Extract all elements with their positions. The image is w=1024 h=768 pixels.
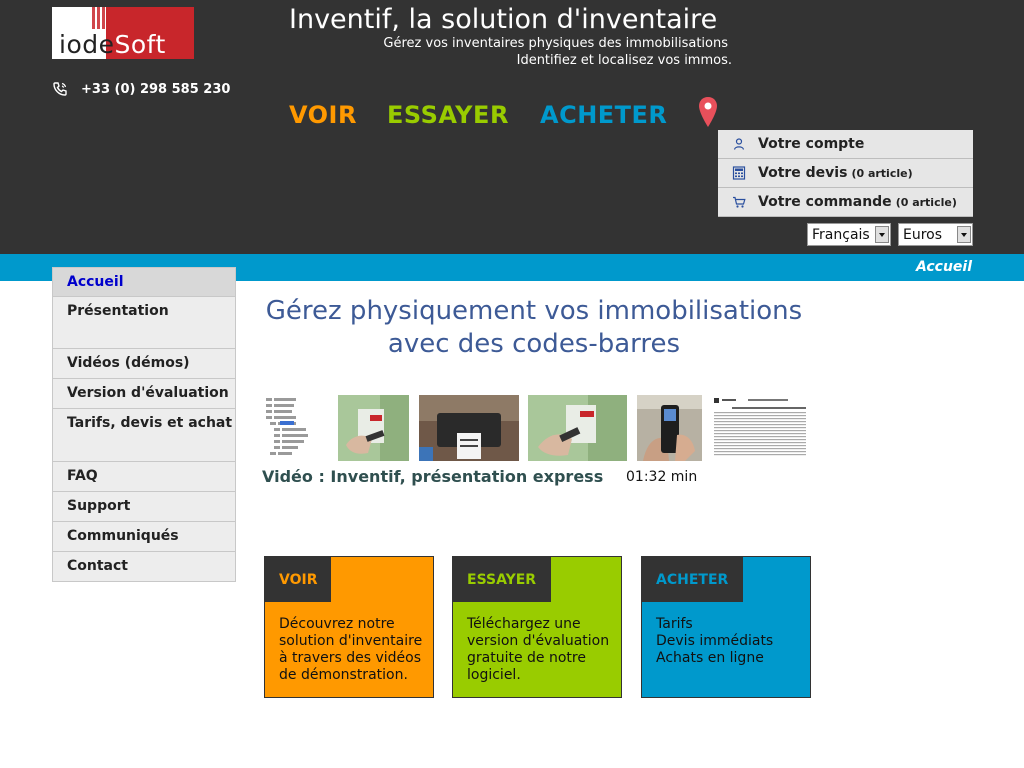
quote-label: Votre devis bbox=[758, 165, 848, 181]
currency-select[interactable]: Euros bbox=[898, 223, 973, 246]
sidebar-item-contact[interactable]: Contact bbox=[53, 552, 235, 581]
nav-essayer-link[interactable]: ESSAYER bbox=[387, 99, 509, 131]
nav-voir-link[interactable]: VOIR bbox=[289, 99, 357, 131]
acheter-line-devis: Devis immédiats bbox=[656, 633, 774, 649]
video-title-link[interactable]: Vidéo : Inventif, présentation express bbox=[262, 467, 603, 486]
account-panel: Votre compte Votre devis (0 article) Vot… bbox=[718, 130, 973, 217]
language-select[interactable]: Français bbox=[807, 223, 891, 246]
order-count: (0 article) bbox=[895, 195, 957, 209]
sidebar-item-presentation[interactable]: Présentation bbox=[53, 297, 235, 349]
logo-part-io: io bbox=[59, 30, 83, 59]
label-printer-thumbnail[interactable] bbox=[419, 395, 519, 461]
calculator-icon bbox=[732, 166, 746, 180]
order-label: Votre commande bbox=[758, 194, 892, 210]
quote-count: (0 article) bbox=[851, 166, 913, 180]
account-link[interactable]: Votre compte bbox=[718, 130, 973, 159]
sidebar-item-tarifs[interactable]: Tarifs, devis et achat bbox=[53, 409, 235, 462]
acheter-card-tab: ACHETER bbox=[642, 557, 743, 602]
nav-acheter-link[interactable]: ACHETER bbox=[540, 99, 667, 131]
user-icon bbox=[733, 138, 745, 150]
scanner-badge-thumbnail[interactable] bbox=[528, 395, 627, 461]
breadcrumb[interactable]: Accueil bbox=[916, 259, 972, 276]
phone-contact: +33 (0) 298 585 230 bbox=[52, 80, 230, 98]
inventory-report-thumbnail[interactable] bbox=[712, 395, 809, 461]
logo-part-de: de bbox=[82, 30, 115, 59]
essayer-card-tab: ESSAYER bbox=[453, 557, 551, 602]
voir-card[interactable]: VOIR Découvrez notre solution d'inventai… bbox=[264, 556, 434, 698]
scanner-wall-thumbnail[interactable] bbox=[338, 395, 409, 461]
sidebar-nav: Accueil Présentation Vidéos (démos) Vers… bbox=[52, 267, 236, 582]
sidebar-item-communiques[interactable]: Communiqués bbox=[53, 522, 235, 552]
quote-link[interactable]: Votre devis (0 article) bbox=[718, 159, 973, 188]
order-link[interactable]: Votre commande (0 article) bbox=[718, 188, 973, 217]
currency-value: Euros bbox=[903, 226, 943, 243]
language-value: Français bbox=[812, 226, 870, 243]
logo-part-soft: Soft bbox=[114, 30, 166, 59]
essayer-card[interactable]: ESSAYER Téléchargez une version d'évalua… bbox=[452, 556, 622, 698]
video-duration: 01:32 min bbox=[626, 469, 698, 485]
logo-wordmark: iodeSoft bbox=[59, 31, 166, 59]
sidebar-item-evaluation[interactable]: Version d'évaluation bbox=[53, 379, 235, 409]
essayer-card-text: Téléchargez une version d'évaluation gra… bbox=[467, 616, 610, 683]
iodesoft-logo[interactable]: iodeSoft bbox=[52, 7, 194, 59]
logo-pixel-pattern bbox=[92, 7, 106, 29]
phone-number: +33 (0) 298 585 230 bbox=[81, 81, 231, 97]
chevron-down-icon bbox=[875, 226, 889, 243]
acheter-card-list: Tarifs Devis immédiats Achats en ligne bbox=[656, 616, 801, 667]
site-header: iodeSoft +33 (0) 298 585 230 Inventif, l… bbox=[0, 0, 1024, 254]
sidebar-item-videos[interactable]: Vidéos (démos) bbox=[53, 349, 235, 379]
acheter-line-achats: Achats en ligne bbox=[656, 650, 764, 666]
chevron-down-icon bbox=[957, 226, 971, 243]
phone-icon bbox=[53, 82, 67, 96]
sidebar-item-accueil[interactable]: Accueil bbox=[53, 268, 235, 297]
map-pin-icon[interactable] bbox=[697, 96, 719, 128]
tagline-identify: Identifiez et localisez vos immos. bbox=[516, 53, 732, 68]
voir-card-tab: VOIR bbox=[265, 557, 331, 602]
sidebar-item-faq[interactable]: FAQ bbox=[53, 462, 235, 492]
sidebar-item-support[interactable]: Support bbox=[53, 492, 235, 522]
account-label: Votre compte bbox=[758, 136, 865, 152]
acheter-card[interactable]: ACHETER Tarifs Devis immédiats Achats en… bbox=[641, 556, 811, 698]
site-title: Inventif, la solution d'inventaire bbox=[289, 4, 718, 35]
cart-icon bbox=[733, 196, 746, 208]
tagline-inventory: Gérez vos inventaires physiques des immo… bbox=[383, 36, 728, 51]
software-tree-thumbnail[interactable] bbox=[262, 395, 332, 461]
handheld-scanner-thumbnail[interactable] bbox=[637, 395, 702, 461]
page-headline: Gérez physiquement vos immobilisations a… bbox=[265, 296, 803, 359]
voir-card-text: Découvrez notre solution d'inventaire à … bbox=[279, 616, 423, 683]
acheter-line-tarifs: Tarifs bbox=[656, 616, 693, 632]
